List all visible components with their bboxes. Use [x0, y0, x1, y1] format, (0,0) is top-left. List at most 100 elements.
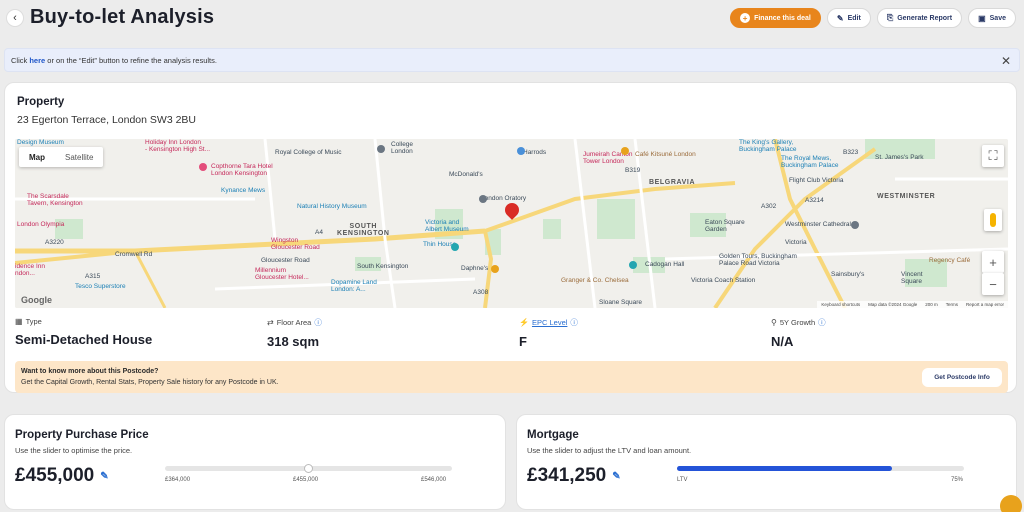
- map-scale: 200 m: [925, 302, 938, 307]
- map-label: Regency Café: [929, 257, 971, 264]
- ltv-slider[interactable]: [677, 466, 964, 471]
- map-label: South Kensington: [357, 263, 409, 270]
- map[interactable]: Map Satellite ⛶ + − Design Museum Holida…: [15, 139, 1008, 308]
- map-label: St. James's Park: [875, 154, 924, 161]
- terms-link[interactable]: Terms: [946, 302, 958, 307]
- map-label: SOUTH KENSINGTON: [337, 223, 390, 237]
- map-label: Sainsbury's: [831, 271, 865, 278]
- save-button[interactable]: ▣ Save: [968, 8, 1016, 28]
- map-label: Eaton Square Garden: [705, 219, 745, 233]
- edit-button[interactable]: ✎ Edit: [826, 8, 871, 28]
- purchase-value: £455,000: [15, 465, 95, 486]
- mortgage-value: £341,250: [527, 465, 607, 486]
- purchase-subtitle: Use the slider to optimise the price.: [15, 446, 133, 455]
- map-label: idence Inn ndon...: [15, 263, 45, 277]
- save-icon: ▣: [978, 13, 986, 23]
- map-label: A3214: [805, 197, 824, 204]
- ltv-slider-fill: [677, 466, 893, 471]
- map-label: Dopamine Land London: A...: [331, 279, 377, 293]
- map-label: Victoria and Albert Museum: [425, 219, 469, 233]
- pin-icon: [377, 145, 385, 153]
- report-map-error-link[interactable]: Report a map error: [966, 302, 1004, 307]
- postcode-subtitle: Get the Capital Growth, Rental Stats, Pr…: [21, 379, 279, 386]
- map-label: Design Museum: [17, 139, 64, 146]
- map-label: Harrods: [523, 149, 547, 156]
- fullscreen-icon[interactable]: ⛶: [982, 145, 1004, 167]
- map-label: Café Kitsuné London: [635, 151, 696, 158]
- map-label: A308: [473, 289, 489, 296]
- pin-icon: [479, 195, 487, 203]
- pin-icon: [621, 147, 629, 155]
- property-heading: Property: [17, 96, 65, 108]
- map-label: Cromwell Rd: [115, 251, 153, 258]
- mortgage-heading: Mortgage: [527, 429, 579, 441]
- generate-report-button[interactable]: ⎘ Generate Report: [876, 8, 963, 28]
- info-icon[interactable]: ⓘ: [818, 317, 826, 328]
- map-label: A3220: [45, 239, 64, 246]
- purchase-mid-label: £455,000: [293, 477, 319, 483]
- property-stats: ▦ Type Semi-Detached House ⇄ Floor Area ⓘ 3…: [15, 317, 1008, 353]
- map-label: Daphne's: [461, 265, 489, 272]
- purchase-price-card: Property Purchase Price Use the slider t…: [4, 414, 506, 510]
- map-roads: [15, 139, 1008, 308]
- map-label: London Olympia: [17, 221, 65, 228]
- magnifier-icon: ⚲: [771, 318, 777, 327]
- save-button-label: Save: [989, 14, 1006, 22]
- header-actions: + Finance this deal ✎ Edit ⎘ Generate Re…: [730, 8, 1016, 28]
- stat-floor-area: ⇄ Floor Area ⓘ 318 sqm: [267, 317, 322, 349]
- map-label: London Oratory: [481, 195, 527, 202]
- keyboard-shortcuts-link[interactable]: Keyboard shortcuts: [821, 302, 860, 307]
- ltv-value: 75%: [951, 477, 964, 483]
- map-attribution: Keyboard shortcuts Map data ©2024 Google…: [817, 301, 1008, 308]
- help-fab-button[interactable]: [1000, 495, 1022, 512]
- map-label: B323: [843, 149, 859, 156]
- info-icon[interactable]: ⓘ: [314, 317, 322, 328]
- map-data-text: Map data ©2024 Google: [868, 302, 918, 307]
- get-postcode-info-button[interactable]: Get Postcode Info: [922, 368, 1002, 387]
- stat-growth-value: N/A: [771, 334, 794, 349]
- stat-epc: ⚡ EPC Level ⓘ F: [519, 317, 578, 349]
- stat-growth-label: 5Y Growth: [779, 318, 816, 327]
- postcode-title: Want to know more about this Postcode?: [21, 368, 159, 375]
- postcode-banner: Want to know more about this Postcode? G…: [15, 361, 1008, 393]
- stat-type-value: Semi-Detached House: [15, 332, 153, 347]
- purchase-slider-thumb[interactable]: [304, 464, 313, 473]
- map-label: Victoria: [785, 239, 807, 246]
- building-icon: ▦: [15, 317, 23, 326]
- stat-area-value: 318 sqm: [267, 334, 320, 349]
- map-label: Cadogan Hall: [645, 261, 685, 268]
- stat-type: ▦ Type Semi-Detached House: [15, 317, 152, 347]
- pencil-icon[interactable]: ✎: [612, 471, 620, 482]
- plug-icon: ⚡: [519, 318, 529, 327]
- map-type-map[interactable]: Map: [19, 147, 55, 167]
- close-icon[interactable]: ✕: [1001, 54, 1011, 68]
- pegman-icon[interactable]: [984, 209, 1002, 231]
- generate-report-label: Generate Report: [897, 14, 953, 22]
- map-label: Holiday Inn London - Kensington High St.…: [145, 139, 211, 153]
- purchase-heading: Property Purchase Price: [15, 429, 149, 441]
- finance-button[interactable]: + Finance this deal: [730, 8, 821, 28]
- stat-epc-label[interactable]: EPC Level: [532, 318, 567, 327]
- mortgage-subtitle: Use the slider to adjust the LTV and loa…: [527, 446, 692, 455]
- map-label: A4: [315, 229, 323, 236]
- back-button[interactable]: ‹: [6, 9, 24, 27]
- chevron-left-icon: ‹: [13, 12, 17, 24]
- property-address: 23 Egerton Terrace, London SW3 2BU: [17, 114, 196, 126]
- zoom-in-button[interactable]: +: [982, 251, 1004, 273]
- stat-area-label: Floor Area: [276, 318, 312, 327]
- map-label: Victoria Coach Station: [691, 277, 756, 284]
- zoom-out-button[interactable]: −: [982, 273, 1004, 295]
- map-label: BELGRAVIA: [649, 179, 696, 186]
- map-type-satellite[interactable]: Satellite: [55, 147, 103, 167]
- info-icon[interactable]: ⓘ: [570, 317, 578, 328]
- map-label: Kynance Mews: [221, 187, 266, 194]
- pin-icon: [491, 265, 499, 273]
- resize-icon: ⇄: [267, 318, 274, 327]
- finance-button-label: Finance this deal: [754, 14, 811, 22]
- pin-icon: [517, 147, 525, 155]
- pin-icon: [851, 221, 859, 229]
- pencil-icon[interactable]: ✎: [100, 471, 108, 482]
- purchase-value-row: £455,000 ✎: [15, 465, 109, 487]
- info-here-link[interactable]: here: [29, 56, 45, 65]
- purchase-slider[interactable]: [165, 464, 452, 473]
